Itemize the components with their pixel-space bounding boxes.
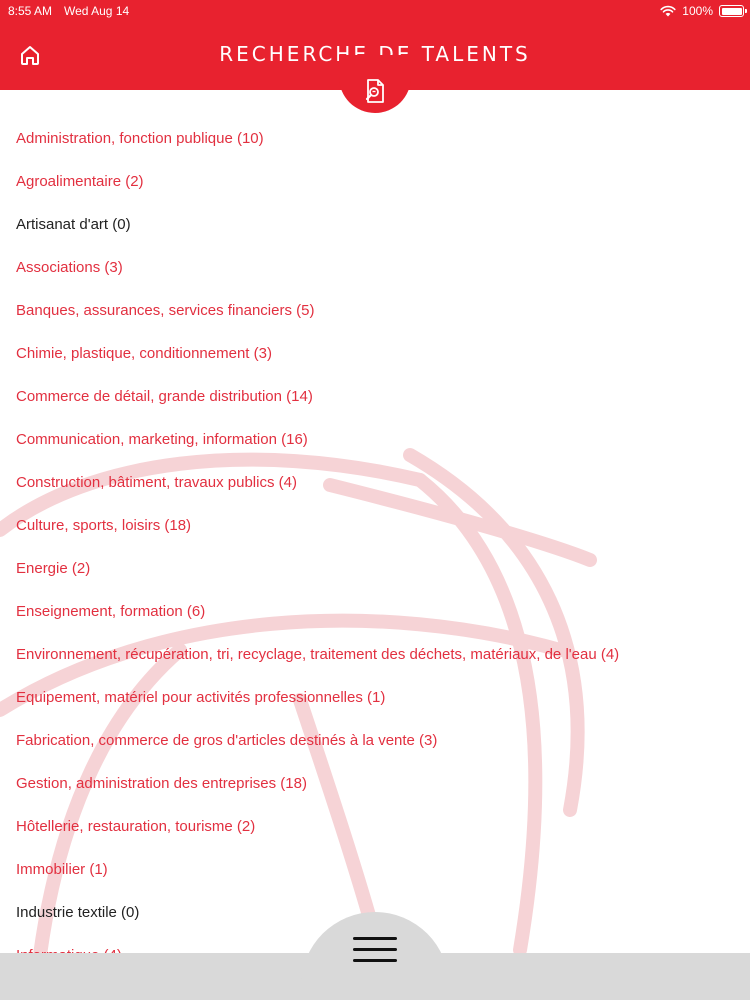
category-item[interactable]: Enseignement, formation (6) bbox=[0, 590, 750, 633]
category-item[interactable]: Culture, sports, loisirs (18) bbox=[0, 504, 750, 547]
hamburger-menu-icon bbox=[353, 935, 397, 965]
screen: 8:55 AM Wed Aug 14 100% RECHERCHE DE TAL… bbox=[0, 0, 750, 1000]
status-bar: 8:55 AM Wed Aug 14 100% bbox=[0, 0, 750, 22]
category-item[interactable]: Commerce de détail, grande distribution … bbox=[0, 375, 750, 418]
battery-percent: 100% bbox=[682, 4, 713, 18]
category-item[interactable]: Fabrication, commerce de gros d'articles… bbox=[0, 719, 750, 762]
category-item[interactable]: Communication, marketing, information (1… bbox=[0, 418, 750, 461]
header-badge bbox=[339, 55, 411, 113]
category-item[interactable]: Energie (2) bbox=[0, 547, 750, 590]
category-item[interactable]: Associations (3) bbox=[0, 246, 750, 289]
status-right: 100% bbox=[660, 0, 747, 22]
wifi-icon bbox=[660, 5, 676, 17]
category-item[interactable]: Artisanat d'art (0) bbox=[0, 203, 750, 246]
category-item[interactable]: Administration, fonction publique (10) bbox=[0, 117, 750, 160]
category-item[interactable]: Agroalimentaire (2) bbox=[0, 160, 750, 203]
status-date: Wed Aug 14 bbox=[64, 4, 130, 18]
category-item[interactable]: Immobilier (1) bbox=[0, 848, 750, 891]
status-time: 8:55 AM bbox=[8, 4, 53, 18]
category-item[interactable]: Environnement, récupération, tri, recycl… bbox=[0, 633, 750, 676]
category-item[interactable]: Construction, bâtiment, travaux publics … bbox=[0, 461, 750, 504]
category-item[interactable]: Gestion, administration des entreprises … bbox=[0, 762, 750, 805]
document-search-icon bbox=[365, 79, 384, 103]
category-item[interactable]: Equipement, matériel pour activités prof… bbox=[0, 676, 750, 719]
category-list: Administration, fonction publique (10) Ag… bbox=[0, 117, 750, 977]
category-item[interactable]: Hôtellerie, restauration, tourisme (2) bbox=[0, 805, 750, 848]
category-item[interactable]: Chimie, plastique, conditionnement (3) bbox=[0, 332, 750, 375]
category-item[interactable]: Banques, assurances, services financiers… bbox=[0, 289, 750, 332]
battery-icon bbox=[719, 5, 747, 17]
